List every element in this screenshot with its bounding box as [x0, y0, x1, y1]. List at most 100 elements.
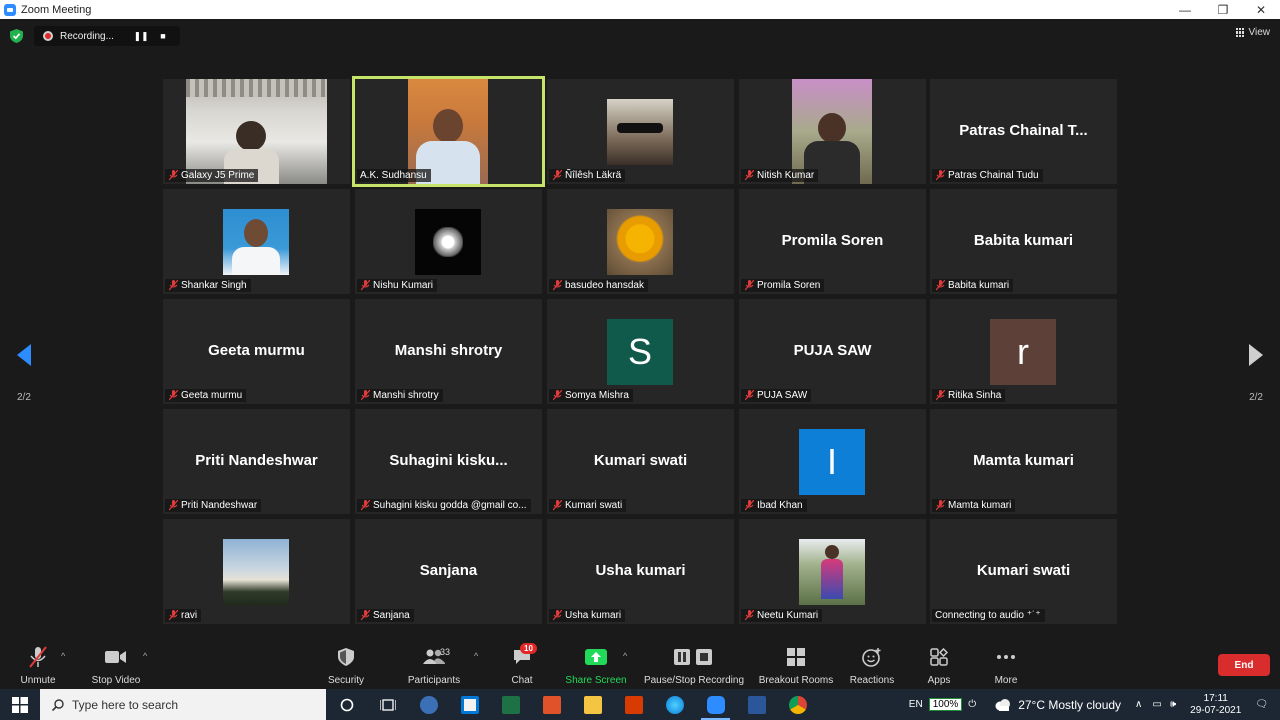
- minimize-button[interactable]: —: [1166, 0, 1204, 19]
- weather-status[interactable]: 27°C Mostly cloudy: [1018, 698, 1121, 712]
- battery-percentage[interactable]: 100%: [928, 698, 963, 711]
- security-shield-icon: [338, 648, 354, 666]
- previous-page-arrow-icon[interactable]: [17, 344, 31, 366]
- file-explorer-icon: [583, 695, 602, 714]
- taskbar-app-store[interactable]: [449, 689, 490, 720]
- volume-icon[interactable]: 🕪: [1170, 699, 1176, 710]
- muted-mic-icon: [745, 170, 754, 181]
- participant-label: Suhagini kisku godda @gmail co...: [357, 499, 531, 512]
- reactions-button[interactable]: Reactions: [848, 645, 896, 686]
- end-meeting-button[interactable]: End: [1218, 654, 1270, 676]
- taskbar-app-zoom[interactable]: [695, 689, 736, 720]
- participant-tile[interactable]: ravi: [163, 519, 350, 624]
- network-icon[interactable]: ▭: [1152, 699, 1161, 710]
- taskbar-app-photos[interactable]: [408, 689, 449, 720]
- input-language[interactable]: EN: [909, 699, 923, 710]
- participant-tile[interactable]: r Ritika Sinha: [930, 299, 1117, 404]
- participant-avatar: [223, 539, 289, 605]
- stop-video-button[interactable]: Stop Video: [88, 645, 144, 686]
- security-button[interactable]: Security: [322, 645, 370, 686]
- participant-tile[interactable]: basudeo hansdak: [547, 189, 734, 294]
- participant-tile[interactable]: Nishu Kumari: [355, 189, 542, 294]
- muted-mic-icon: [169, 500, 178, 511]
- taskbar-app-explorer[interactable]: [572, 689, 613, 720]
- participant-tile[interactable]: Neetu Kumari: [739, 519, 926, 624]
- taskbar-app-excel[interactable]: [490, 689, 531, 720]
- task-view-button[interactable]: [367, 689, 408, 720]
- muted-mic-icon: [553, 500, 562, 511]
- participant-initial-avatar: I: [799, 429, 865, 495]
- participant-tile-active-speaker[interactable]: A.K. Sudhansu: [352, 76, 545, 187]
- participant-display-name: PUJA SAW: [793, 342, 872, 359]
- taskbar-search-box[interactable]: Type here to search: [40, 689, 326, 720]
- taskbar-app-word[interactable]: [736, 689, 777, 720]
- participant-tile[interactable]: Patras Chainal T... Patras Chainal Tudu: [930, 79, 1117, 184]
- encryption-shield-icon[interactable]: [10, 29, 23, 43]
- cortana-circle-icon: [340, 698, 353, 711]
- participant-name: Kumari swati: [565, 500, 623, 511]
- unmute-button[interactable]: Unmute: [16, 645, 60, 686]
- participant-tile[interactable]: Shankar Singh: [163, 189, 350, 294]
- notifications-icon[interactable]: 🗨: [1255, 699, 1268, 710]
- participant-label: Kumari swati: [549, 499, 627, 512]
- chat-button[interactable]: 10 Chat: [504, 643, 540, 686]
- cortana-button[interactable]: [326, 689, 367, 720]
- participant-tile[interactable]: Babita kumari Babita kumari: [930, 189, 1117, 294]
- participant-tile[interactable]: Nitish Kumar: [739, 79, 926, 184]
- participant-tile[interactable]: Kumari swati Kumari swati: [547, 409, 734, 514]
- share-options-caret-icon[interactable]: ^: [623, 651, 627, 661]
- close-button[interactable]: ✕: [1242, 0, 1280, 19]
- participant-tile[interactable]: Mamta kumari Mamta kumari: [930, 409, 1117, 514]
- participant-display-name: Geeta murmu: [208, 342, 305, 359]
- maximize-button[interactable]: ❐: [1204, 0, 1242, 19]
- apps-button[interactable]: Apps: [922, 645, 956, 686]
- participant-display-name: Usha kumari: [595, 562, 686, 579]
- video-options-caret-icon[interactable]: ^: [143, 651, 147, 661]
- stop-recording-button[interactable]: ■: [152, 31, 174, 41]
- participant-tile[interactable]: Manshi shrotry Manshi shrotry: [355, 299, 542, 404]
- apps-label: Apps: [927, 675, 951, 686]
- participant-tile[interactable]: Priti Nandeshwar Priti Nandeshwar: [163, 409, 350, 514]
- start-button[interactable]: [0, 689, 40, 720]
- participant-label: Priti Nandeshwar: [165, 499, 262, 512]
- participant-tile[interactable]: PUJA SAW PUJA SAW: [739, 299, 926, 404]
- pause-recording-button[interactable]: ❚❚: [130, 31, 152, 42]
- share-screen-icon: [585, 649, 607, 665]
- more-dots-icon: [997, 655, 1015, 659]
- pause-stop-recording-button[interactable]: Pause/Stop Recording: [642, 645, 746, 686]
- muted-mic-icon: [169, 170, 178, 181]
- muted-microphone-icon: [29, 646, 47, 668]
- show-hidden-icons-chevron-icon[interactable]: ∧: [1135, 699, 1142, 710]
- participant-avatar: [607, 209, 673, 275]
- audio-options-caret-icon[interactable]: ^: [61, 651, 65, 661]
- muted-mic-icon: [745, 280, 754, 291]
- edge-browser-icon: [665, 695, 684, 714]
- participant-tile[interactable]: Kumari swati Connecting to audio ⁺˙⁺: [930, 519, 1117, 624]
- participant-tile[interactable]: Ñîlêsh Läkrä: [547, 79, 734, 184]
- participant-tile[interactable]: Sanjana Sanjana: [355, 519, 542, 624]
- unmute-label: Unmute: [20, 675, 56, 686]
- participants-button[interactable]: 33 Participants: [404, 645, 464, 686]
- system-tray: EN 100% ⏻ 27°C Mostly cloudy ∧ ▭ 🕪 17:11…: [909, 689, 1280, 720]
- participant-name: Somya Mishra: [565, 390, 629, 401]
- share-screen-button[interactable]: Share Screen: [564, 645, 628, 686]
- participant-tile[interactable]: I Ibad Khan: [739, 409, 926, 514]
- view-button[interactable]: View: [1235, 27, 1270, 38]
- taskbar-app-office[interactable]: [613, 689, 654, 720]
- participants-options-caret-icon[interactable]: ^: [474, 651, 478, 661]
- taskbar-app-chrome[interactable]: [777, 689, 818, 720]
- taskbar-app-snip[interactable]: [531, 689, 572, 720]
- taskbar-clock[interactable]: 17:11 29-07-2021: [1190, 693, 1241, 717]
- participant-tile[interactable]: Geeta murmu Geeta murmu: [163, 299, 350, 404]
- muted-mic-icon: [745, 610, 754, 621]
- breakout-rooms-button[interactable]: Breakout Rooms: [756, 645, 836, 686]
- store-bag-icon: [460, 695, 479, 714]
- more-button[interactable]: More: [990, 645, 1022, 686]
- participant-tile[interactable]: Galaxy J5 Prime: [163, 79, 350, 184]
- participant-tile[interactable]: Promila Soren Promila Soren: [739, 189, 926, 294]
- next-page-arrow-icon[interactable]: [1249, 344, 1263, 366]
- participant-tile[interactable]: Usha kumari Usha kumari: [547, 519, 734, 624]
- participant-tile[interactable]: S Somya Mishra: [547, 299, 734, 404]
- taskbar-app-edge[interactable]: [654, 689, 695, 720]
- participant-tile[interactable]: Suhagini kisku... Suhagini kisku godda @…: [355, 409, 542, 514]
